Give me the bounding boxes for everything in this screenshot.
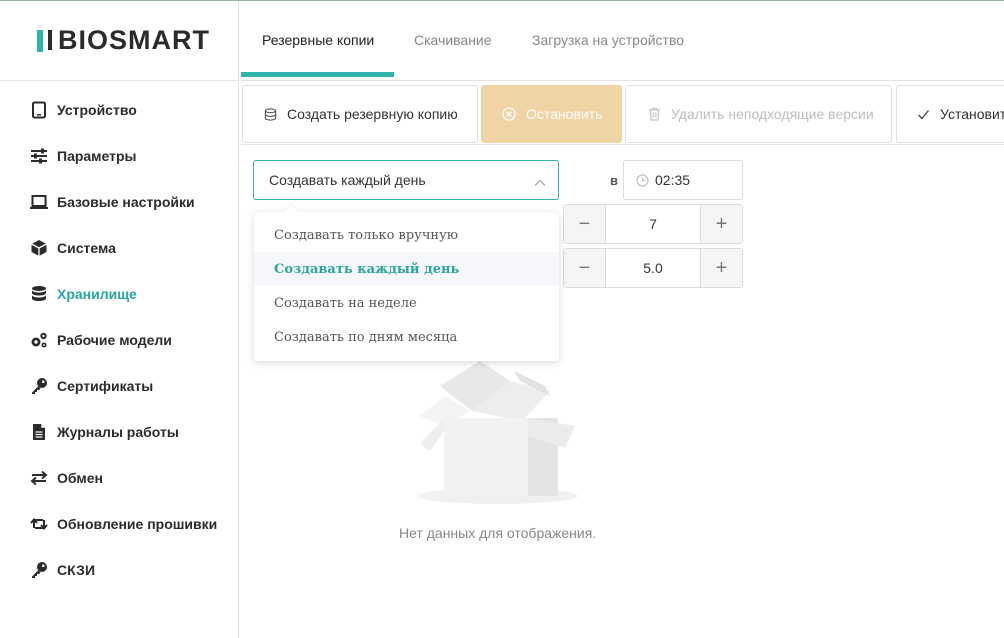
tab-upload-to-device[interactable]: Загрузка на устройство — [532, 1, 684, 79]
gears-icon — [29, 330, 49, 350]
time-value: 02:35 — [655, 172, 691, 188]
check-icon — [917, 109, 930, 120]
schedule-select-value: Создавать каждый день — [269, 172, 426, 188]
stop-label: Остановить — [526, 106, 603, 122]
time-input[interactable]: 02:35 — [623, 160, 743, 200]
increment-button[interactable]: + — [701, 249, 742, 287]
stop-button[interactable]: Остановить — [481, 85, 622, 143]
sidebar-item-storage[interactable]: Хранилище — [0, 271, 238, 317]
key-icon — [29, 560, 49, 580]
delete-unsuitable-versions-button[interactable]: Удалить неподходящие версии — [625, 85, 892, 143]
sidebar-item-system[interactable]: Система — [0, 225, 238, 271]
sidebar-item-label: Обмен — [57, 470, 103, 486]
empty-box-illustration — [410, 356, 590, 511]
tab-bar: Резервные копии Скачивание Загрузка на у… — [241, 1, 1004, 81]
tab-backups[interactable]: Резервные копии — [262, 1, 374, 79]
sidebar-item-label: Параметры — [57, 148, 137, 164]
logo: BIOSMART — [0, 1, 238, 81]
chevron-up-icon — [534, 174, 546, 190]
database-icon — [264, 107, 277, 121]
decrement-button[interactable]: − — [564, 249, 605, 287]
file-icon — [29, 422, 49, 442]
size-stepper: − 5.0 + — [563, 248, 743, 288]
sidebar-item-device[interactable]: Устройство — [0, 87, 238, 133]
sidebar-item-logs[interactable]: Журналы работы — [0, 409, 238, 455]
tablet-icon — [29, 100, 49, 120]
toolbar: Создать резервную копию Остановить Удали… — [241, 83, 1004, 145]
exchange-icon — [29, 468, 49, 488]
key-icon — [29, 376, 49, 396]
schedule-dropdown: Создавать только вручную Создавать кажды… — [254, 212, 559, 361]
sidebar-item-basic-settings[interactable]: Базовые настройки — [0, 179, 238, 225]
size-value[interactable]: 5.0 — [605, 249, 701, 287]
retweet-icon — [29, 514, 49, 534]
copies-count-value[interactable]: 7 — [605, 205, 701, 243]
sidebar-item-label: СКЗИ — [57, 562, 96, 578]
schedule-select[interactable]: Создавать каждый день — [253, 160, 559, 200]
dropdown-option[interactable]: Создавать на неделе — [254, 286, 559, 320]
install-label: Установить — [940, 106, 1004, 122]
sidebar-item-parameters[interactable]: Параметры — [0, 133, 238, 179]
copies-count-stepper: − 7 + — [563, 204, 743, 244]
sidebar-item-work-models[interactable]: Рабочие модели — [0, 317, 238, 363]
logo-mark — [37, 29, 43, 52]
sidebar-item-certificates[interactable]: Сертификаты — [0, 363, 238, 409]
trash-icon — [648, 107, 661, 121]
delete-unsuitable-versions-label: Удалить неподходящие версии — [671, 106, 874, 122]
sidebar-item-label: Журналы работы — [57, 424, 179, 440]
sliders-icon — [29, 146, 49, 166]
sidebar-item-label: Система — [57, 240, 116, 256]
active-tab-indicator — [241, 72, 394, 77]
sidebar-item-label: Устройство — [57, 102, 137, 118]
decrement-button[interactable]: − — [564, 205, 605, 243]
sidebar-item-label: Обновление прошивки — [57, 516, 218, 532]
clock-icon — [636, 173, 649, 187]
sidebar-item-firmware-update[interactable]: Обновление прошивки — [0, 501, 238, 547]
cube-icon — [29, 238, 49, 258]
create-backup-label: Создать резервную копию — [287, 106, 458, 122]
sidebar-item-label: Хранилище — [57, 286, 137, 302]
dropdown-option[interactable]: Создавать по дням месяца — [254, 320, 559, 354]
laptop-icon — [29, 192, 49, 212]
tab-download[interactable]: Скачивание — [414, 1, 492, 79]
sidebar-item-label: Сертификаты — [57, 378, 154, 394]
at-label: в — [610, 173, 618, 188]
close-circle-icon — [502, 107, 516, 121]
empty-state-text: Нет данных для отображения. — [399, 525, 597, 541]
logo-text: BIOSMART — [48, 27, 210, 54]
sidebar-item-label: Базовые настройки — [57, 194, 195, 210]
database-icon — [29, 284, 49, 304]
sidebar: BIOSMART Устройство Параметры Базовые на… — [0, 1, 239, 638]
install-button[interactable]: Установить — [896, 85, 1004, 143]
dropdown-option[interactable]: Создавать каждый день — [254, 252, 559, 286]
sidebar-item-skzi[interactable]: СКЗИ — [0, 547, 238, 593]
create-backup-button[interactable]: Создать резервную копию — [242, 85, 478, 143]
increment-button[interactable]: + — [701, 205, 742, 243]
sidebar-item-label: Рабочие модели — [57, 332, 172, 348]
dropdown-option[interactable]: Создавать только вручную — [254, 218, 559, 252]
sidebar-nav: Устройство Параметры Базовые настройки С… — [0, 81, 238, 593]
sidebar-item-exchange[interactable]: Обмен — [0, 455, 238, 501]
